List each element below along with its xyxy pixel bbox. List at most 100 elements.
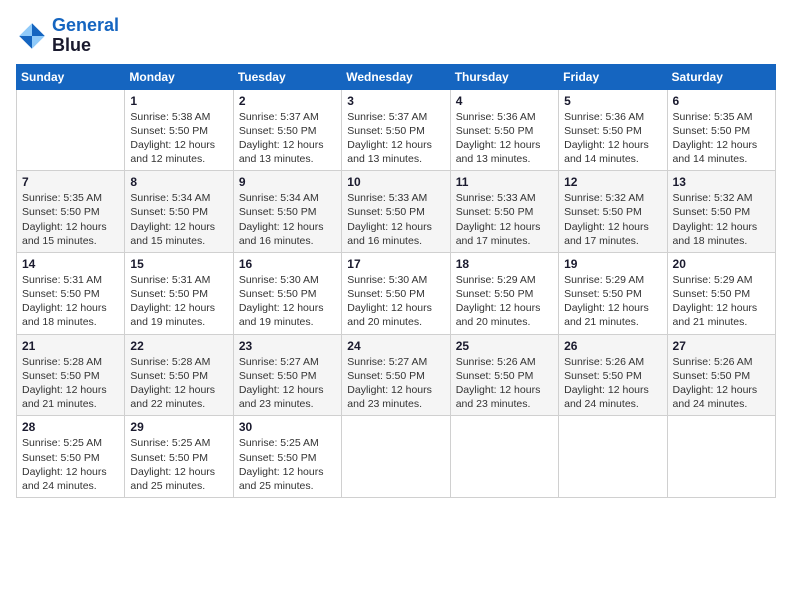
day-header: Saturday	[667, 64, 775, 89]
day-detail: Sunrise: 5:31 AM Sunset: 5:50 PM Dayligh…	[130, 273, 227, 330]
day-header: Thursday	[450, 64, 558, 89]
calendar-week-row: 1Sunrise: 5:38 AM Sunset: 5:50 PM Daylig…	[17, 89, 776, 171]
calendar-cell	[17, 89, 125, 171]
calendar-header-row: SundayMondayTuesdayWednesdayThursdayFrid…	[17, 64, 776, 89]
day-detail: Sunrise: 5:26 AM Sunset: 5:50 PM Dayligh…	[564, 355, 661, 412]
day-number: 25	[456, 339, 553, 353]
day-header: Sunday	[17, 64, 125, 89]
day-header: Wednesday	[342, 64, 450, 89]
day-number: 22	[130, 339, 227, 353]
calendar-cell: 5 Sunrise: 5:36 AM Sunset: 5:50 PM Daylig…	[559, 89, 667, 171]
day-detail: Sunrise: 5:32 AM Sunset: 5:50 PM Dayligh…	[673, 191, 770, 248]
day-detail: Sunrise: 5:29 AM Sunset: 5:50 PM Dayligh…	[456, 273, 553, 330]
calendar-cell: 1Sunrise: 5:38 AM Sunset: 5:50 PM Daylig…	[125, 89, 233, 171]
calendar-cell: 30 Sunrise: 5:25 AM Sunset: 5:50 PM Dayli…	[233, 416, 341, 498]
day-detail: Sunrise: 5:38 AM Sunset: 5:50 PM Dayligh…	[130, 110, 227, 167]
day-number: 17	[347, 257, 444, 271]
day-number: 20	[673, 257, 770, 271]
day-detail: Sunrise: 5:26 AM Sunset: 5:50 PM Dayligh…	[673, 355, 770, 412]
day-number: 27	[673, 339, 770, 353]
calendar-cell: 22 Sunrise: 5:28 AM Sunset: 5:50 PM Dayli…	[125, 334, 233, 416]
day-detail: Sunrise: 5:28 AM Sunset: 5:50 PM Dayligh…	[22, 355, 119, 412]
calendar-cell: 21 Sunrise: 5:28 AM Sunset: 5:50 PM Dayli…	[17, 334, 125, 416]
day-number: 16	[239, 257, 336, 271]
calendar-cell	[342, 416, 450, 498]
calendar-cell: 17 Sunrise: 5:30 AM Sunset: 5:50 PM Dayli…	[342, 252, 450, 334]
day-detail: Sunrise: 5:35 AM Sunset: 5:50 PM Dayligh…	[673, 110, 770, 167]
day-detail: Sunrise: 5:34 AM Sunset: 5:50 PM Dayligh…	[239, 191, 336, 248]
day-number: 24	[347, 339, 444, 353]
calendar-cell	[667, 416, 775, 498]
day-header: Monday	[125, 64, 233, 89]
day-number: 13	[673, 175, 770, 189]
day-number: 10	[347, 175, 444, 189]
day-detail: Sunrise: 5:33 AM Sunset: 5:50 PM Dayligh…	[347, 191, 444, 248]
calendar-cell	[559, 416, 667, 498]
day-detail: Sunrise: 5:30 AM Sunset: 5:50 PM Dayligh…	[239, 273, 336, 330]
day-number: 5	[564, 94, 661, 108]
day-number: 29	[130, 420, 227, 434]
calendar-cell: 27 Sunrise: 5:26 AM Sunset: 5:50 PM Dayli…	[667, 334, 775, 416]
day-detail: Sunrise: 5:27 AM Sunset: 5:50 PM Dayligh…	[239, 355, 336, 412]
calendar-cell: 2 Sunrise: 5:37 AM Sunset: 5:50 PM Daylig…	[233, 89, 341, 171]
day-number: 2	[239, 94, 336, 108]
day-number: 18	[456, 257, 553, 271]
day-detail: Sunrise: 5:27 AM Sunset: 5:50 PM Dayligh…	[347, 355, 444, 412]
calendar-cell: 23 Sunrise: 5:27 AM Sunset: 5:50 PM Dayli…	[233, 334, 341, 416]
calendar-cell: 24 Sunrise: 5:27 AM Sunset: 5:50 PM Dayli…	[342, 334, 450, 416]
day-number: 9	[239, 175, 336, 189]
logo-text: General Blue	[52, 16, 119, 56]
logo-icon	[16, 20, 48, 52]
day-detail: Sunrise: 5:26 AM Sunset: 5:50 PM Dayligh…	[456, 355, 553, 412]
day-detail: Sunrise: 5:25 AM Sunset: 5:50 PM Dayligh…	[239, 436, 336, 493]
calendar-cell: 26 Sunrise: 5:26 AM Sunset: 5:50 PM Dayli…	[559, 334, 667, 416]
day-number: 11	[456, 175, 553, 189]
calendar-cell: 25 Sunrise: 5:26 AM Sunset: 5:50 PM Dayli…	[450, 334, 558, 416]
calendar-cell: 15Sunrise: 5:31 AM Sunset: 5:50 PM Dayli…	[125, 252, 233, 334]
day-number: 6	[673, 94, 770, 108]
day-number: 7	[22, 175, 119, 189]
day-detail: Sunrise: 5:36 AM Sunset: 5:50 PM Dayligh…	[564, 110, 661, 167]
calendar-cell	[450, 416, 558, 498]
day-detail: Sunrise: 5:30 AM Sunset: 5:50 PM Dayligh…	[347, 273, 444, 330]
day-detail: Sunrise: 5:28 AM Sunset: 5:50 PM Dayligh…	[130, 355, 227, 412]
calendar-cell: 9 Sunrise: 5:34 AM Sunset: 5:50 PM Daylig…	[233, 171, 341, 253]
day-detail: Sunrise: 5:35 AM Sunset: 5:50 PM Dayligh…	[22, 191, 119, 248]
day-number: 23	[239, 339, 336, 353]
day-detail: Sunrise: 5:34 AM Sunset: 5:50 PM Dayligh…	[130, 191, 227, 248]
calendar-week-row: 7 Sunrise: 5:35 AM Sunset: 5:50 PM Daylig…	[17, 171, 776, 253]
day-number: 4	[456, 94, 553, 108]
day-header: Friday	[559, 64, 667, 89]
calendar-cell: 13 Sunrise: 5:32 AM Sunset: 5:50 PM Dayli…	[667, 171, 775, 253]
day-detail: Sunrise: 5:36 AM Sunset: 5:50 PM Dayligh…	[456, 110, 553, 167]
page-header: General Blue	[16, 16, 776, 56]
calendar-cell: 29Sunrise: 5:25 AM Sunset: 5:50 PM Dayli…	[125, 416, 233, 498]
day-number: 21	[22, 339, 119, 353]
day-number: 3	[347, 94, 444, 108]
calendar-cell: 18 Sunrise: 5:29 AM Sunset: 5:50 PM Dayli…	[450, 252, 558, 334]
calendar-table: SundayMondayTuesdayWednesdayThursdayFrid…	[16, 64, 776, 498]
day-detail: Sunrise: 5:31 AM Sunset: 5:50 PM Dayligh…	[22, 273, 119, 330]
calendar-cell: 14 Sunrise: 5:31 AM Sunset: 5:50 PM Dayli…	[17, 252, 125, 334]
calendar-cell: 20 Sunrise: 5:29 AM Sunset: 5:50 PM Dayli…	[667, 252, 775, 334]
day-number: 19	[564, 257, 661, 271]
day-number: 14	[22, 257, 119, 271]
day-number: 12	[564, 175, 661, 189]
day-detail: Sunrise: 5:32 AM Sunset: 5:50 PM Dayligh…	[564, 191, 661, 248]
calendar-cell: 6 Sunrise: 5:35 AM Sunset: 5:50 PM Daylig…	[667, 89, 775, 171]
calendar-cell: 8 Sunrise: 5:34 AM Sunset: 5:50 PM Daylig…	[125, 171, 233, 253]
calendar-cell: 10 Sunrise: 5:33 AM Sunset: 5:50 PM Dayli…	[342, 171, 450, 253]
calendar-cell: 4 Sunrise: 5:36 AM Sunset: 5:50 PM Daylig…	[450, 89, 558, 171]
day-detail: Sunrise: 5:33 AM Sunset: 5:50 PM Dayligh…	[456, 191, 553, 248]
day-number: 26	[564, 339, 661, 353]
day-detail: Sunrise: 5:37 AM Sunset: 5:50 PM Dayligh…	[239, 110, 336, 167]
day-number: 8	[130, 175, 227, 189]
calendar-week-row: 14 Sunrise: 5:31 AM Sunset: 5:50 PM Dayli…	[17, 252, 776, 334]
day-detail: Sunrise: 5:29 AM Sunset: 5:50 PM Dayligh…	[673, 273, 770, 330]
calendar-cell: 16 Sunrise: 5:30 AM Sunset: 5:50 PM Dayli…	[233, 252, 341, 334]
day-number: 28	[22, 420, 119, 434]
day-number: 30	[239, 420, 336, 434]
calendar-cell: 19Sunrise: 5:29 AM Sunset: 5:50 PM Dayli…	[559, 252, 667, 334]
logo: General Blue	[16, 16, 119, 56]
calendar-cell: 7 Sunrise: 5:35 AM Sunset: 5:50 PM Daylig…	[17, 171, 125, 253]
